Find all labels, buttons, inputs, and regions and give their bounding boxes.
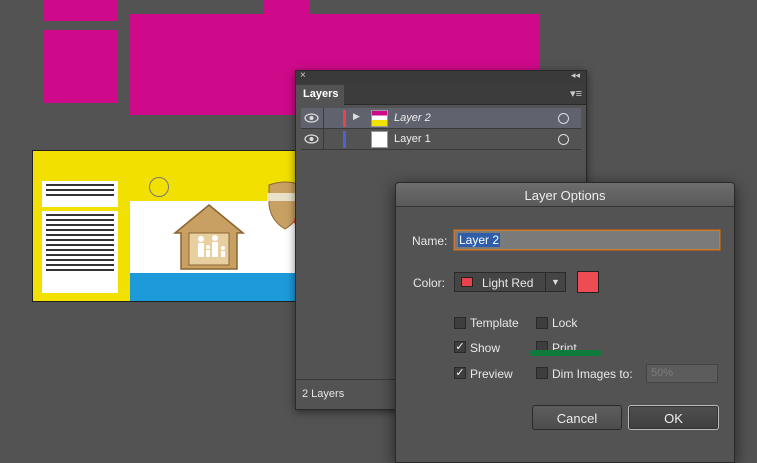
lock-checkbox[interactable] <box>536 317 548 329</box>
ok-button[interactable]: OK <box>628 405 719 430</box>
panel-tab-bar: Layers ▾≡ <box>296 83 586 105</box>
template-label: Template <box>470 316 519 330</box>
text-card-bottom <box>42 211 118 293</box>
visibility-eye-icon[interactable] <box>304 132 319 146</box>
layer-target-circle-icon[interactable] <box>558 134 569 145</box>
panel-title-bar[interactable]: × ◂◂ <box>296 70 586 83</box>
layer-options-dialog[interactable]: Layer Options Name: Layer 2 Color: Light… <box>395 182 735 463</box>
shield-badge-image <box>267 181 297 230</box>
layer-name-input-value: Layer 2 <box>458 233 501 247</box>
magenta-rect-left[interactable] <box>44 30 118 103</box>
panel-menu-icon[interactable]: ▾≡ <box>570 87 582 100</box>
magenta-rect-top-left[interactable] <box>44 0 118 21</box>
layer-target-circle-icon[interactable] <box>558 113 569 124</box>
artboard[interactable] <box>32 150 298 302</box>
expand-triangle-icon[interactable]: ▶ <box>353 111 360 122</box>
magenta-rect-top-small[interactable] <box>263 0 309 15</box>
cancel-button[interactable]: Cancel <box>532 405 622 430</box>
template-checkbox[interactable] <box>454 317 466 329</box>
name-label: Name: <box>412 234 448 248</box>
layer-row-layer-1[interactable]: Layer 1 <box>301 129 581 150</box>
color-swatch-small <box>461 277 473 287</box>
show-checkbox[interactable]: ✓ <box>454 341 466 353</box>
close-icon[interactable]: × <box>300 70 306 81</box>
wooden-house-family-image <box>173 204 245 270</box>
color-swatch-button[interactable] <box>577 271 599 293</box>
dialog-title: Layer Options <box>396 183 734 207</box>
layer-name[interactable]: Layer 2 <box>394 112 431 124</box>
layer-name[interactable]: Layer 1 <box>394 133 431 145</box>
layer-name-input[interactable]: Layer 2 <box>454 230 720 250</box>
dim-images-checkbox[interactable] <box>536 367 548 379</box>
preview-label: Preview <box>470 367 513 381</box>
layer-thumbnail <box>371 110 388 127</box>
lock-toggle-column[interactable] <box>323 108 324 129</box>
color-dropdown-value: Light Red <box>482 276 534 290</box>
layer-row-layer-2[interactable]: ▶ Layer 2 <box>301 108 581 129</box>
dim-images-label: Dim Images to: <box>552 367 633 381</box>
preview-checkbox[interactable]: ✓ <box>454 367 466 379</box>
text-card-top <box>42 181 118 207</box>
layer-color-bar <box>343 110 346 127</box>
show-label: Show <box>470 341 501 355</box>
layer-thumbnail <box>371 131 388 148</box>
visibility-eye-icon[interactable] <box>304 111 319 125</box>
green-highlight-annotation <box>530 350 602 356</box>
dim-images-percent-input[interactable]: 50% <box>646 364 718 383</box>
color-label: Color: <box>413 276 446 290</box>
color-dropdown[interactable]: Light Red ▼ <box>454 272 566 292</box>
artwork-circle <box>149 177 169 197</box>
tab-layers[interactable]: Layers <box>296 85 344 105</box>
lock-toggle-column[interactable] <box>323 129 324 150</box>
layer-color-bar <box>343 131 346 148</box>
lock-label: Lock <box>552 316 578 330</box>
artwork-blue-band <box>130 273 297 301</box>
chevron-down-icon[interactable]: ▼ <box>545 273 565 291</box>
collapse-icon[interactable]: ◂◂ <box>571 70 580 81</box>
